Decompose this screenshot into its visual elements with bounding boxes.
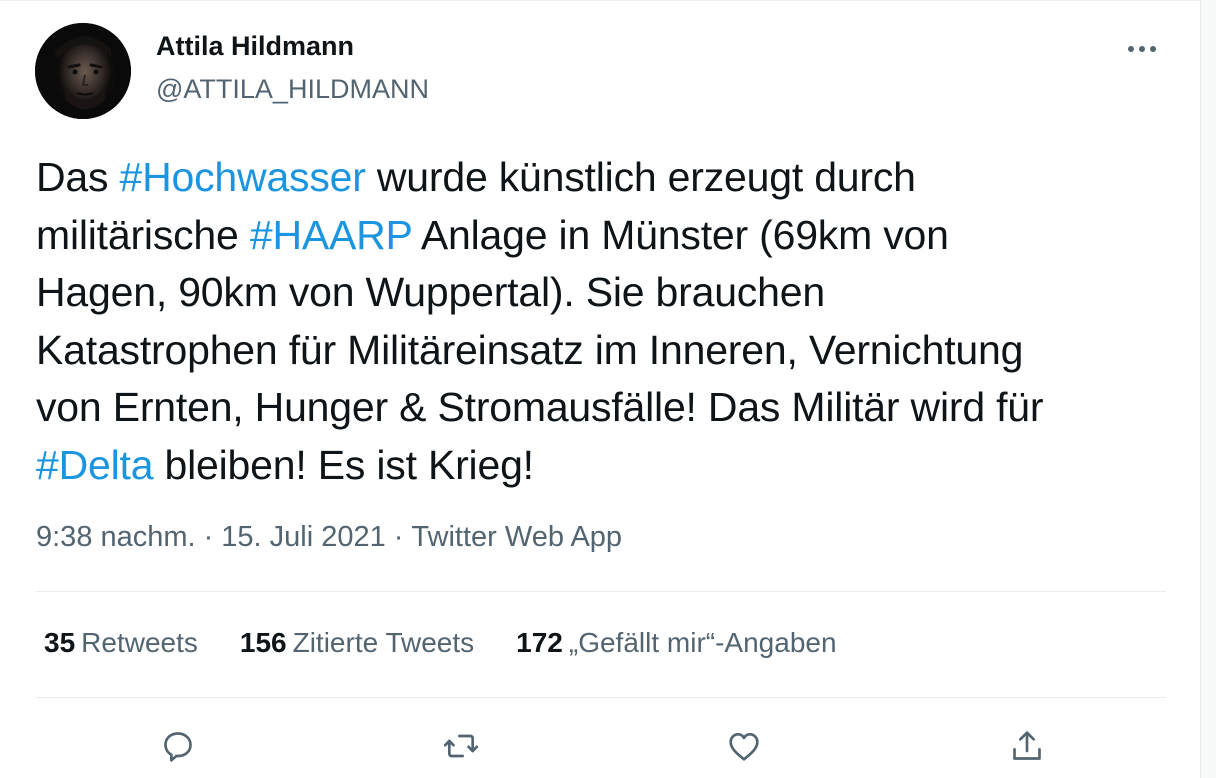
tweet-text-line: von Ernten, Hunger & Stromausfälle! Das …	[36, 379, 1176, 437]
hashtag-link[interactable]: #HAARP	[250, 212, 412, 258]
tweet-meta: 9:38 nachm. · 15. Juli 2021 · Twitter Web Ap…	[36, 521, 622, 554]
text-segment: von Ernten, Hunger & Stromausfälle! Das …	[36, 384, 1044, 430]
text-segment: militärische	[36, 211, 250, 258]
hashtag-link[interactable]: #Delta	[36, 442, 154, 488]
text-segment: Das	[36, 154, 120, 200]
tweet-date[interactable]: 15. Juli 2021	[221, 521, 385, 553]
quote-tweets-stat[interactable]: 156 Zitierte Tweets	[240, 627, 474, 659]
tweet-text-line: #Delta bleiben! Es ist Krieg!	[36, 437, 1176, 495]
avatar-photo	[35, 23, 131, 119]
meta-separator: ·	[393, 521, 404, 553]
text-segment: Hagen, 90km von Wuppertal). Sie brauchen	[36, 269, 825, 315]
retweets-stat[interactable]: 35 Retweets	[44, 627, 198, 659]
likes-label: „Gefällt mir“-Angaben	[568, 627, 837, 658]
more-icon	[1128, 46, 1156, 52]
hashtag-link[interactable]: #Hochwasser	[120, 154, 366, 200]
share-icon	[1013, 731, 1041, 760]
share-button[interactable]	[1004, 723, 1050, 769]
tweet-time[interactable]: 9:38 nachm.	[36, 521, 196, 553]
likes-stat[interactable]: 172 „Gefällt mir“-Angaben	[516, 627, 836, 659]
tweet-text-line: militärische #HAARP Anlage in Münster (6…	[36, 207, 1176, 265]
retweet-button[interactable]	[438, 723, 484, 769]
text-segment: bleiben! Es ist Krieg!	[153, 441, 535, 488]
quote-tweets-count: 156	[239, 627, 287, 658]
meta-separator: ·	[203, 521, 214, 553]
tweet-stats: 35 Retweets 156 Zitierte Tweets 172 „Gefäll…	[44, 627, 879, 659]
like-button[interactable]	[721, 723, 767, 769]
divider	[36, 697, 1166, 698]
text-segment: Anlage in Münster (69km von	[411, 211, 949, 258]
text-segment: wurde künstlich erzeugt durch	[365, 154, 916, 200]
quote-tweets-label: Zitierte Tweets	[292, 627, 475, 658]
tweet-text-line: Hagen, 90km von Wuppertal). Sie brauchen	[36, 264, 1176, 322]
retweet-icon	[443, 734, 479, 758]
tweet-source[interactable]: Twitter Web App	[411, 521, 622, 553]
retweets-count: 35	[44, 627, 76, 658]
page-gutter	[1201, 0, 1216, 778]
text-segment: Katastrophen für Militäreinsatz im Inner…	[36, 326, 1024, 373]
page: Attila Hildmann @ATTILA_HILDMANN Das #Ho…	[0, 0, 1216, 778]
more-options-button[interactable]	[1120, 29, 1164, 69]
tweet-text-line: Katastrophen für Militäreinsatz im Inner…	[36, 322, 1176, 380]
tweet-card: Attila Hildmann @ATTILA_HILDMANN Das #Ho…	[0, 0, 1201, 778]
reply-icon	[164, 732, 192, 762]
author-display-name[interactable]: Attila Hildmann	[156, 31, 354, 62]
like-icon	[729, 733, 759, 761]
divider	[36, 591, 1166, 592]
tweet-text: Das #Hochwasser wurde künstlich erzeugt …	[36, 149, 1176, 494]
reply-button[interactable]	[155, 723, 201, 769]
retweets-label: Retweets	[81, 627, 198, 658]
avatar[interactable]	[35, 23, 131, 119]
author-handle[interactable]: @ATTILA_HILDMANN	[156, 74, 429, 105]
likes-count: 172	[516, 627, 563, 658]
tweet-text-line: Das #Hochwasser wurde künstlich erzeugt …	[36, 149, 1176, 207]
